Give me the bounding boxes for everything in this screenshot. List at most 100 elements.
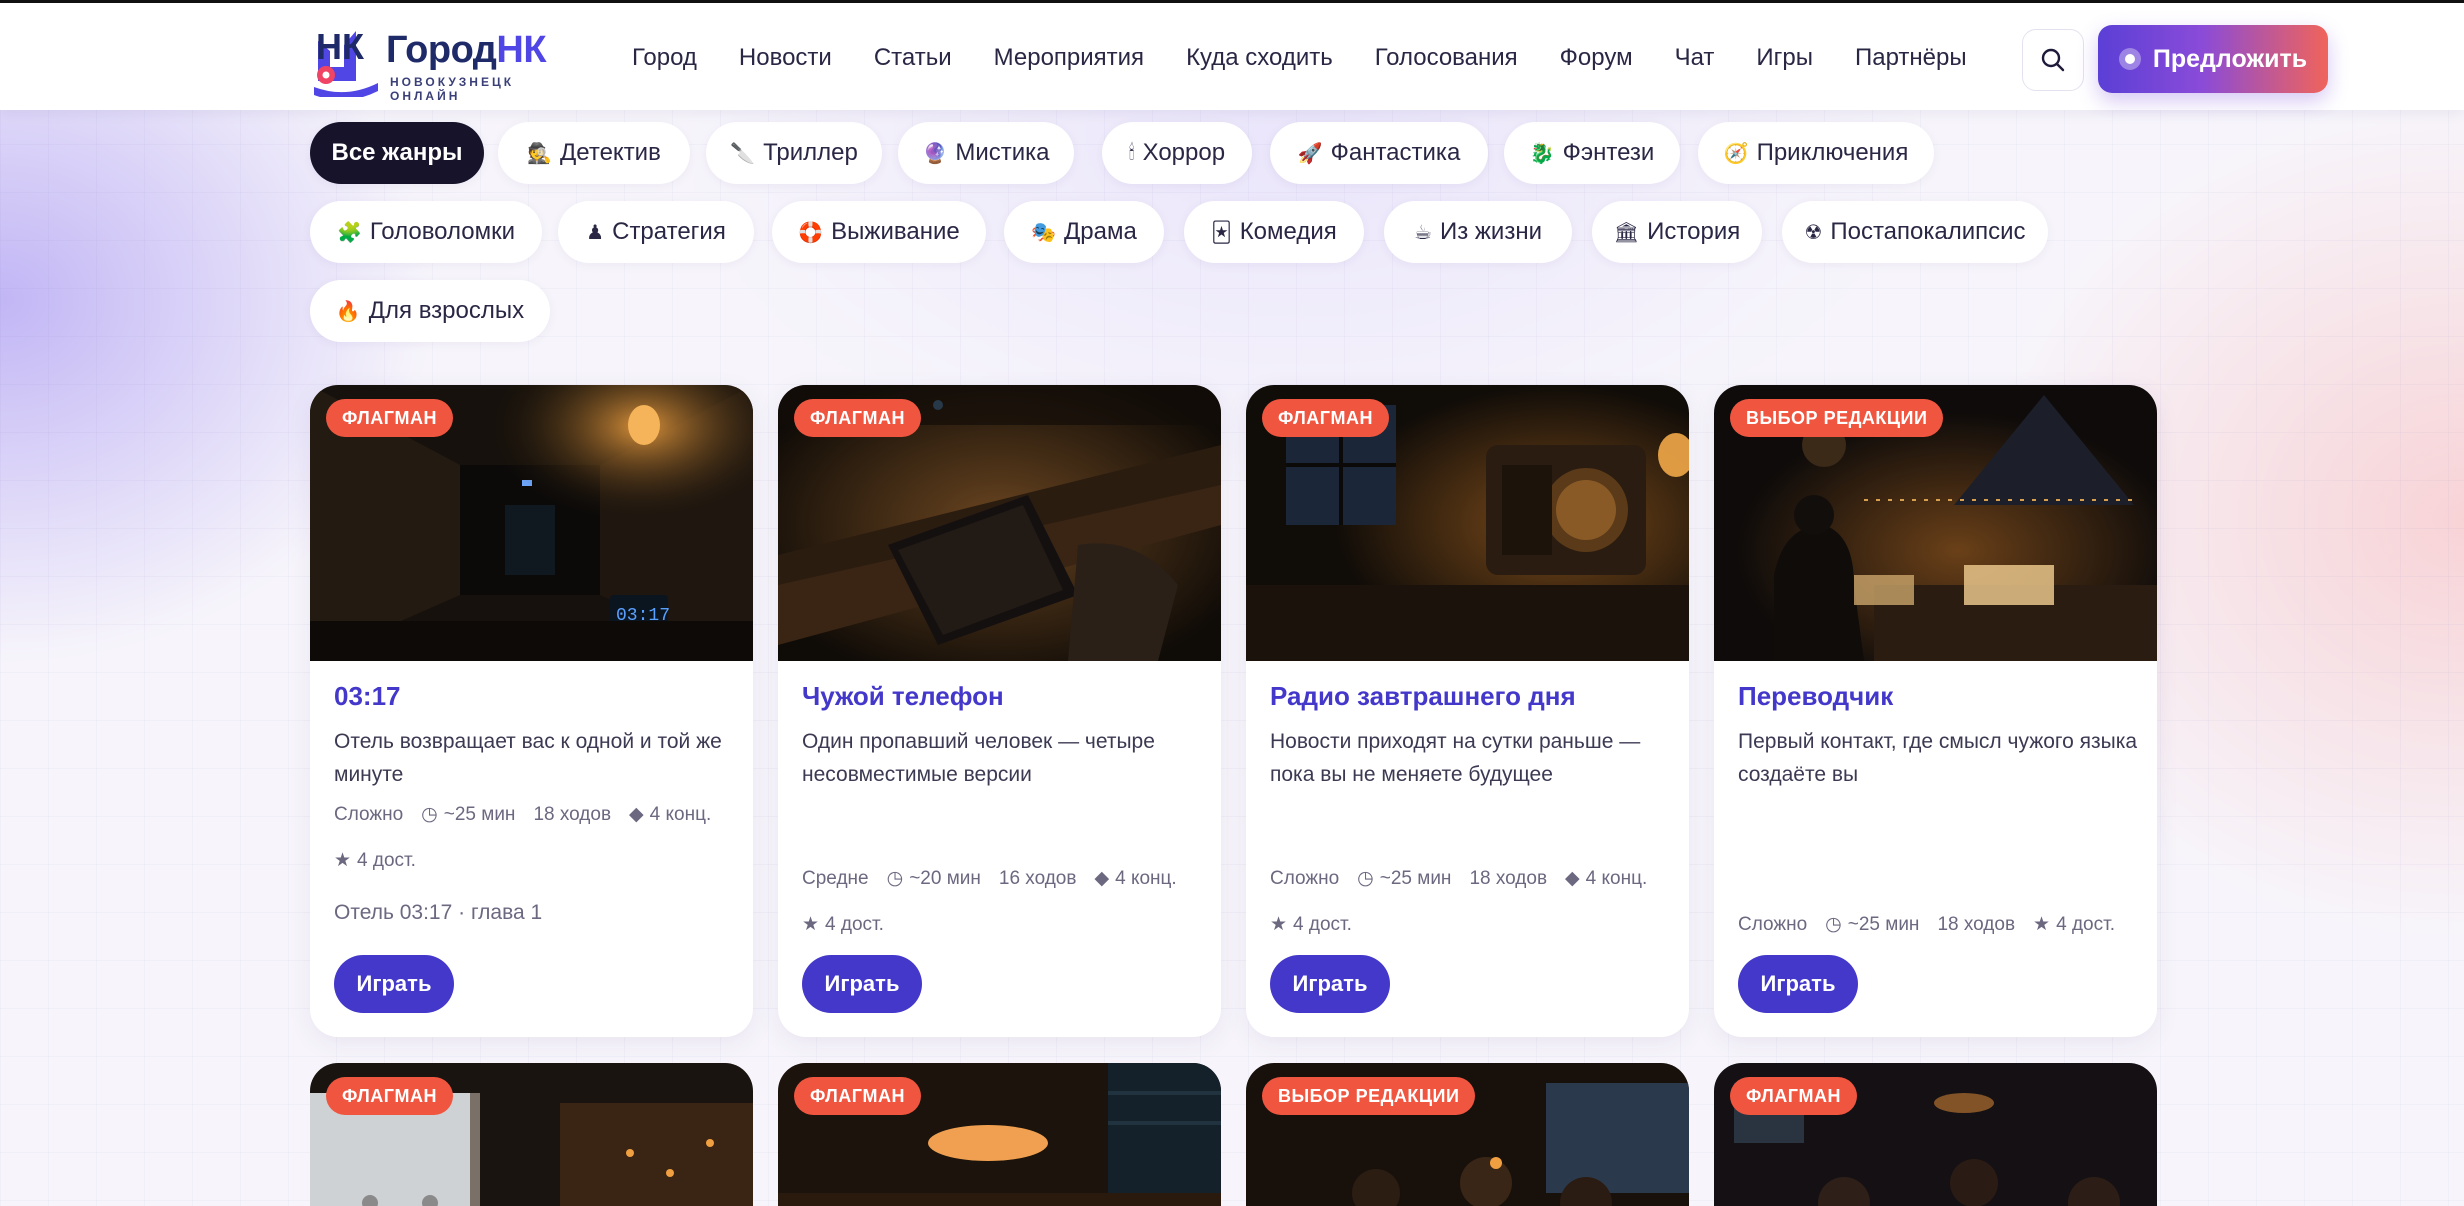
card-meta-achievements: ★ 4 дост. xyxy=(334,849,434,872)
dragon-icon: 🐉 xyxy=(1529,142,1555,165)
genre-chip-mystic[interactable]: 🔮 Мистика xyxy=(898,122,1074,184)
nav-item-places[interactable]: Куда сходить xyxy=(1186,44,1333,72)
nav-item-articles[interactable]: Статьи xyxy=(874,44,952,72)
game-card[interactable]: ФЛАГМАН xyxy=(1714,1063,2157,1206)
genre-chip-drama[interactable]: 🎭 Драма xyxy=(1004,201,1164,263)
coffee-icon: ☕ xyxy=(1414,221,1432,244)
genre-chip-history[interactable]: 🏛 История xyxy=(1592,201,1762,263)
card-achievements: 4 дост. xyxy=(357,850,416,871)
genre-chip-label: Детектив xyxy=(560,139,661,166)
genre-chip-puzzles[interactable]: 🧩 Головоломки xyxy=(310,201,542,263)
nav-item-chat[interactable]: Чат xyxy=(1675,44,1715,72)
card-title[interactable]: Чужой телефон xyxy=(802,681,1004,712)
card-meta: Сложно ◷ ~25 мин 18 ходов ★ 4 дост. xyxy=(1738,913,2133,936)
play-button[interactable]: Играть xyxy=(334,955,454,1013)
logo-mark-text: НК xyxy=(316,26,365,67)
nav-item-games[interactable]: Игры xyxy=(1756,44,1813,72)
genre-chip-fantasy[interactable]: 🐉 Фэнтези xyxy=(1504,122,1680,184)
game-card[interactable]: ФЛАГМАН xyxy=(778,1063,1221,1206)
card-moves: 18 ходов xyxy=(1469,868,1548,889)
card-badge: ФЛАГМАН xyxy=(326,1077,454,1115)
main-nav: Город Новости Статьи Мероприятия Куда сх… xyxy=(632,3,2009,113)
card-achievements: 4 дост. xyxy=(2056,914,2115,935)
compass-icon: 🧭 xyxy=(1723,142,1749,165)
genre-chip-postapocalypse[interactable]: ☢ Постапокалипсис xyxy=(1782,201,2048,263)
card-moves: 18 ходов xyxy=(533,804,612,825)
card-achievements: 4 дост. xyxy=(825,914,884,935)
nav-item-gorod[interactable]: Город xyxy=(632,44,697,72)
genre-chip-detective[interactable]: 🕵 Детектив xyxy=(498,122,690,184)
play-button[interactable]: Играть xyxy=(802,955,922,1013)
genre-chip-label: Триллер xyxy=(763,139,858,166)
genre-chip-scifi[interactable]: 🚀 Фантастика xyxy=(1270,122,1488,184)
puzzle-icon: 🧩 xyxy=(336,221,362,244)
diamond-icon: ◆ xyxy=(1094,868,1110,889)
logo-word-part2: НК xyxy=(496,29,547,71)
genre-chip-label: Постапокалипсис xyxy=(1830,218,2026,245)
suggest-button-label: Предложить xyxy=(2152,44,2308,73)
card-title[interactable]: Переводчик xyxy=(1738,681,1893,712)
genre-chip-horror[interactable]: 🕯 Хоррор xyxy=(1102,122,1252,184)
star-icon: ★ xyxy=(802,914,820,935)
card-badge: ВЫБОР РЕДАКЦИИ xyxy=(1262,1077,1476,1115)
card-badge: ФЛАГМАН xyxy=(794,1077,922,1115)
genre-chip-all[interactable]: Все жанры xyxy=(310,122,484,184)
play-button[interactable]: Играть xyxy=(1738,955,1858,1013)
card-endings: 4 конц. xyxy=(1585,868,1648,889)
clock-icon: ◷ xyxy=(886,868,904,889)
suggest-button[interactable]: Предложить xyxy=(2098,25,2328,93)
nav-item-events[interactable]: Мероприятия xyxy=(994,44,1144,72)
genre-chip-label: Из жизни xyxy=(1439,218,1542,245)
game-card[interactable]: ФЛАГМАН Радио завтрашнего дня Новости пр… xyxy=(1246,385,1689,1037)
card-duration: ~25 мин xyxy=(443,804,516,825)
card-description: Один пропавший человек — четыре несовмес… xyxy=(802,730,1155,786)
game-card[interactable]: 03:17 ФЛАГМАН 03:17 Отель возвращает вас… xyxy=(310,385,753,1037)
clock-icon: ◷ xyxy=(421,804,438,825)
game-card[interactable]: ВЫБОР РЕДАКЦИИ xyxy=(1246,1063,1689,1206)
joker-card-icon: 🃏 xyxy=(1211,221,1232,244)
genre-chip-adventure[interactable]: 🧭 Приключения xyxy=(1698,122,1934,184)
genre-chip-label: Приключения xyxy=(1756,139,1909,166)
game-card[interactable]: ФЛАГМАН xyxy=(310,1063,753,1206)
card-meta: Сложно ◷ ~25 мин 18 ходов ◆ 4 конц. xyxy=(1270,867,1665,890)
museum-icon: 🏛 xyxy=(1613,221,1640,244)
card-duration: ~25 мин xyxy=(1847,914,1920,935)
theater-masks-icon: 🎭 xyxy=(1031,221,1057,244)
card-badge: ФЛАГМАН xyxy=(794,399,922,437)
diamond-icon: ◆ xyxy=(629,804,644,825)
fire-icon: 🔥 xyxy=(335,300,361,323)
card-badge: ВЫБОР РЕДАКЦИИ xyxy=(1730,399,1944,437)
nav-item-forum[interactable]: Форум xyxy=(1560,44,1633,72)
genre-chip-strategy[interactable]: ♟ Стратегия xyxy=(558,201,754,263)
card-title[interactable]: Радио завтрашнего дня xyxy=(1270,681,1576,712)
site-logo[interactable]: НК ГородНК НОВОКУЗНЕЦК ОНЛАЙН xyxy=(310,17,570,103)
game-card[interactable]: ФЛАГМАН Чужой телефон Один пропавший чел… xyxy=(778,385,1221,1037)
card-duration: ~25 мин xyxy=(1379,868,1452,889)
card-description: Новости приходят на сутки раньше — пока … xyxy=(1270,730,1641,786)
genre-chip-label: Фантастика xyxy=(1330,139,1461,166)
genre-chip-label: Для взрослых xyxy=(368,297,525,324)
search-button[interactable] xyxy=(2022,29,2084,91)
chess-pawn-icon: ♟ xyxy=(586,221,605,244)
card-achievements: 4 дост. xyxy=(1293,914,1352,935)
logo-wordmark: ГородНК xyxy=(386,29,547,72)
genre-chip-thriller[interactable]: 🔪 Триллер xyxy=(706,122,882,184)
nav-item-partners[interactable]: Партнёры xyxy=(1855,44,1967,72)
card-endings: 4 конц. xyxy=(1115,868,1177,889)
nav-item-news[interactable]: Новости xyxy=(739,44,832,72)
logo-subtitle: НОВОКУЗНЕЦК ОНЛАЙН xyxy=(390,75,515,103)
genre-chip-survival[interactable]: 🛟 Выживание xyxy=(772,201,986,263)
genre-chip-comedy[interactable]: 🃏 Комедия xyxy=(1184,201,1364,263)
card-endings: 4 конц. xyxy=(649,804,712,825)
crystal-ball-icon: 🔮 xyxy=(922,142,948,165)
nav-item-polls[interactable]: Голосования xyxy=(1375,44,1518,72)
lifebuoy-icon: 🛟 xyxy=(798,221,824,244)
card-title[interactable]: 03:17 xyxy=(334,681,401,712)
play-button[interactable]: Играть xyxy=(1270,955,1390,1013)
card-description: Первый контакт, где смысл чужого языка с… xyxy=(1738,730,2138,786)
game-card[interactable]: ВЫБОР РЕДАКЦИИ Переводчик Первый контакт… xyxy=(1714,385,2157,1037)
genre-chip-adult[interactable]: 🔥 Для взрослых xyxy=(310,280,550,342)
genre-chip-life[interactable]: ☕ Из жизни xyxy=(1384,201,1572,263)
clock-icon: ◷ xyxy=(1357,868,1374,889)
card-progress-chapter: Отель 03:17 · глава 1 xyxy=(334,901,543,924)
